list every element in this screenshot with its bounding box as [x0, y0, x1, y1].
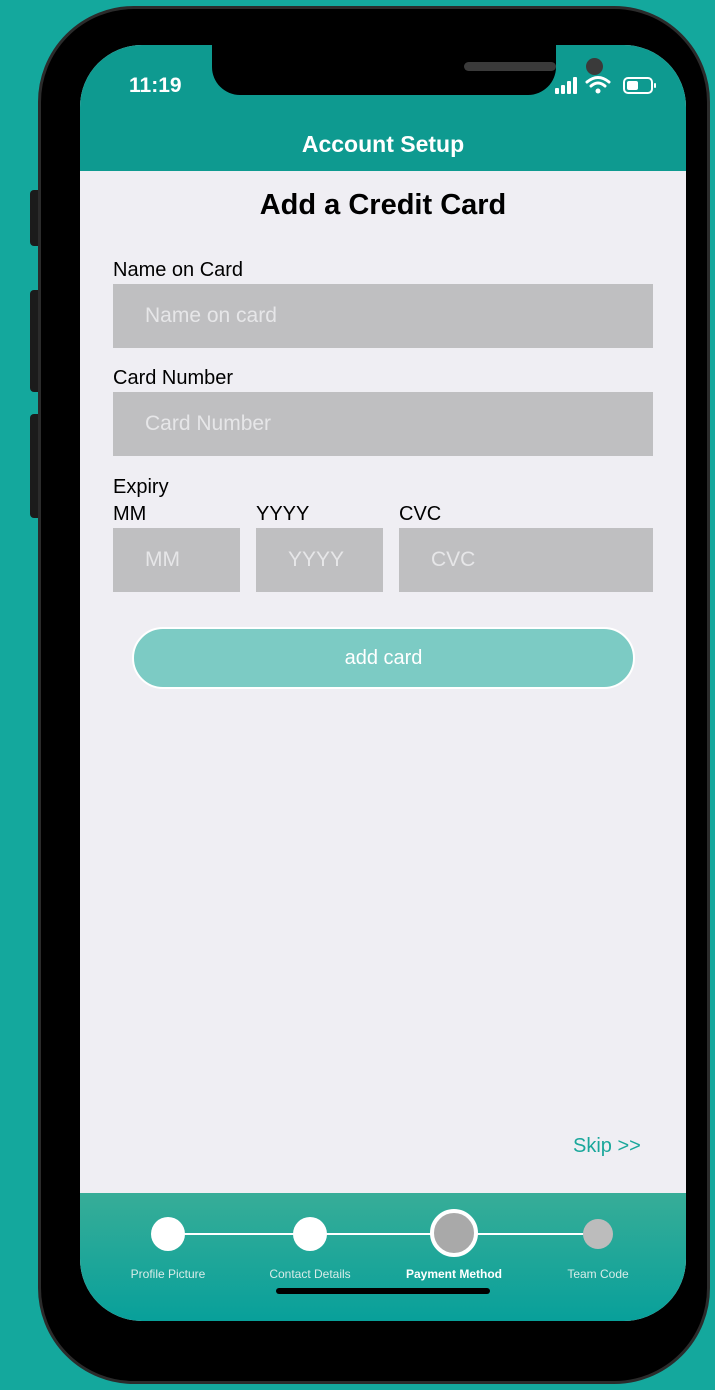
notch [212, 45, 603, 95]
expiry-year-label: YYYY [256, 503, 310, 525]
step-label-contact-details: Contact Details [269, 1267, 351, 1281]
app-header: 11:19 Account Setup [80, 45, 686, 171]
expiry-label: Expiry [113, 476, 169, 498]
status-time: 11:19 [129, 74, 182, 97]
expiry-month-label: MM [113, 503, 147, 525]
expiry-month-input[interactable] [113, 528, 240, 592]
step-label-team-code: Team Code [567, 1267, 629, 1281]
step-node-profile-picture[interactable] [151, 1217, 185, 1251]
status-icons [555, 76, 656, 94]
setup-progress: Profile Picture Contact Details Payment … [80, 1193, 686, 1321]
step-node-team-code[interactable] [583, 1219, 613, 1249]
card-number-label: Card Number [113, 367, 234, 389]
add-card-button[interactable]: add card [132, 627, 635, 689]
skip-link[interactable]: Skip >> [573, 1135, 641, 1158]
step-node-payment-method[interactable] [430, 1209, 478, 1257]
card-number-input[interactable] [113, 392, 653, 456]
page-title: Add a Credit Card [259, 189, 507, 221]
progress-track [168, 1233, 598, 1235]
signal-icon [555, 77, 577, 94]
name-on-card-input[interactable] [113, 284, 653, 348]
name-on-card-label: Name on Card [113, 259, 244, 281]
header-title: Account Setup [301, 131, 465, 157]
wifi-icon [585, 76, 611, 94]
cvc-input[interactable] [399, 528, 653, 592]
phone-screen: 11:19 Account Setup Add a Credit Card Na… [80, 45, 686, 1321]
speaker [464, 62, 556, 71]
home-indicator [276, 1288, 490, 1294]
step-node-contact-details[interactable] [293, 1217, 327, 1251]
front-camera [586, 58, 603, 75]
step-label-profile-picture: Profile Picture [130, 1267, 206, 1281]
battery-icon [623, 77, 656, 94]
cvc-label: CVC [399, 503, 442, 525]
expiry-year-input[interactable] [256, 528, 383, 592]
step-label-payment-method: Payment Method [405, 1267, 502, 1281]
